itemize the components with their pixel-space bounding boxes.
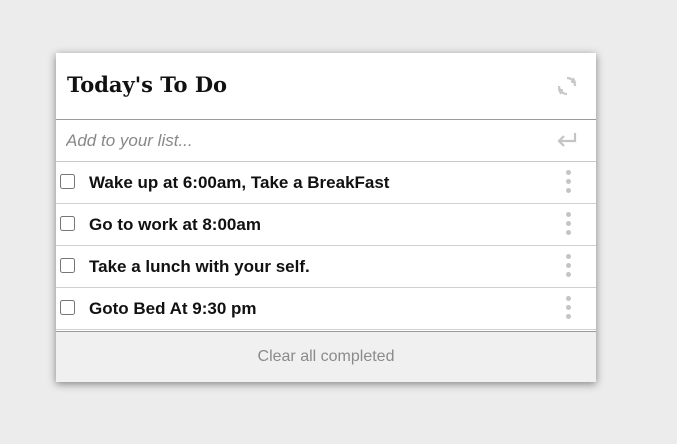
todo-header: Today's To Do (56, 53, 596, 120)
add-item-input[interactable] (56, 120, 536, 161)
todo-list: Wake up at 6:00am, Take a BreakFast Go to… (56, 162, 596, 330)
more-options-icon[interactable] (564, 212, 572, 238)
todo-item-label: Wake up at 6:00am, Take a BreakFast (89, 173, 390, 192)
more-options-icon[interactable] (564, 296, 572, 322)
todo-checkbox[interactable] (60, 300, 75, 315)
clear-completed-button[interactable]: Clear all completed (258, 348, 395, 366)
todo-item-label: Go to work at 8:00am (89, 215, 261, 234)
todo-item: Wake up at 6:00am, Take a BreakFast (56, 162, 596, 204)
enter-return-icon[interactable] (556, 132, 578, 148)
todo-checkbox[interactable] (60, 216, 75, 231)
todo-checkbox[interactable] (60, 258, 75, 273)
refresh-icon[interactable] (556, 75, 578, 97)
todo-checkbox[interactable] (60, 174, 75, 189)
todo-item: Take a lunch with your self. (56, 246, 596, 288)
todo-footer: Clear all completed (56, 331, 596, 382)
more-options-icon[interactable] (564, 254, 572, 280)
todo-card: Today's To Do Wake up at 6:00am, Take a … (56, 53, 596, 382)
page-title: Today's To Do (67, 72, 228, 97)
todo-item-label: Goto Bed At 9:30 pm (89, 299, 257, 318)
add-item-row (56, 120, 596, 162)
todo-item-label: Take a lunch with your self. (89, 257, 310, 276)
more-options-icon[interactable] (564, 170, 572, 196)
todo-item: Go to work at 8:00am (56, 204, 596, 246)
todo-item: Goto Bed At 9:30 pm (56, 288, 596, 330)
